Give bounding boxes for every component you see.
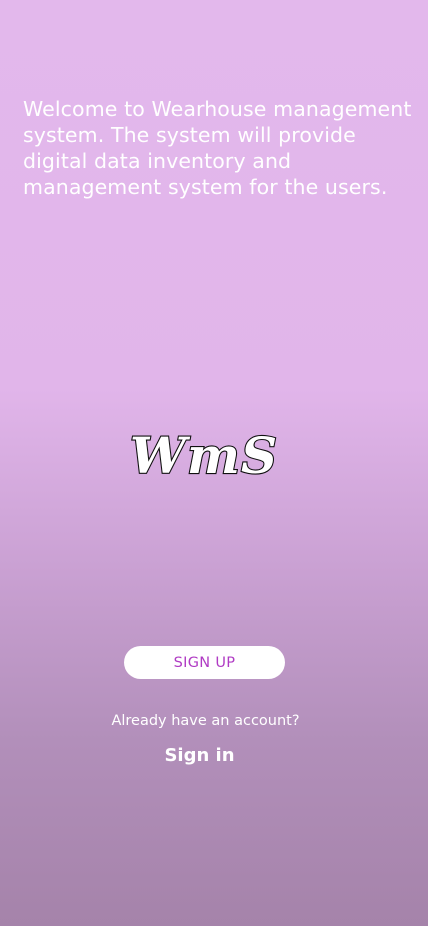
wms-logo: WmS	[104, 420, 304, 486]
welcome-message: Welcome to Wearhouse management system. …	[23, 97, 412, 199]
already-have-account-text: Already have an account?	[111, 713, 300, 729]
svg-text:WmS: WmS	[130, 426, 278, 485]
sign-in-link[interactable]: Sign in	[0, 745, 399, 766]
welcome-screen: Welcome to Wearhouse management system. …	[0, 0, 428, 926]
sign-up-button[interactable]: SIGN UP	[124, 646, 285, 679]
